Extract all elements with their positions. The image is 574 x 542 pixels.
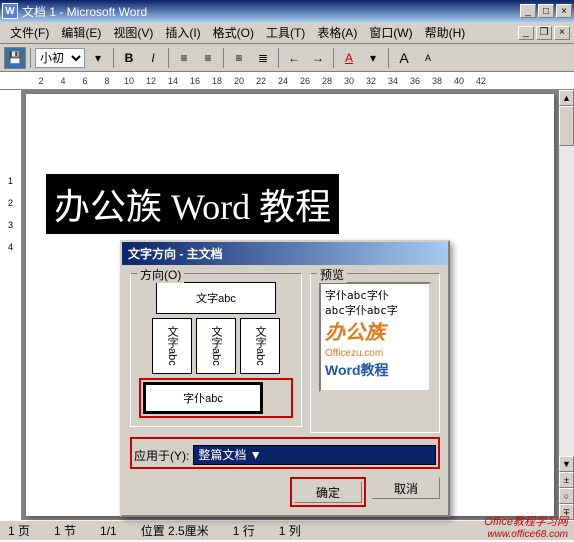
font-color-button[interactable]: A xyxy=(338,47,360,69)
close-button[interactable]: × xyxy=(556,4,572,18)
cancel-button[interactable]: 取消 xyxy=(372,477,440,499)
direction-group: 方向(O) 文字abc 文字abc 文字abc 文字abc 字仆abc xyxy=(130,273,302,427)
align-center-button[interactable]: ≡ xyxy=(197,47,219,69)
mdi-minimize-button[interactable]: _ xyxy=(518,26,534,40)
dialog-title: 文字方向 - 主文档 xyxy=(122,242,448,265)
italic-button[interactable]: I xyxy=(142,47,164,69)
app-icon: W xyxy=(2,3,18,19)
mdi-restore-button[interactable]: ❐ xyxy=(536,26,552,40)
direction-vertical-1[interactable]: 文字abc xyxy=(152,318,192,374)
status-section: 1 节 xyxy=(54,522,76,539)
dropdown-icon[interactable]: ▾ xyxy=(87,47,109,69)
vertical-scrollbar[interactable]: ▲ ▼ ± ○ ∓ xyxy=(558,90,574,520)
decrease-indent-button[interactable]: ← xyxy=(283,47,305,69)
mdi-close-button[interactable]: × xyxy=(554,26,570,40)
increase-indent-button[interactable]: → xyxy=(307,47,329,69)
scroll-track[interactable] xyxy=(559,106,574,456)
menu-help[interactable]: 帮助(H) xyxy=(419,22,472,43)
horizontal-ruler[interactable]: 24681012141618202224262830323436384042 xyxy=(0,72,574,90)
minimize-button[interactable]: _ xyxy=(520,4,536,18)
menu-file[interactable]: 文件(F) xyxy=(4,22,55,43)
bullet-list-button[interactable]: ≣ xyxy=(252,47,274,69)
shrink-font-button[interactable]: A xyxy=(417,47,439,69)
direction-horizontal[interactable]: 文字abc xyxy=(156,282,276,314)
menubar: 文件(F) 编辑(E) 视图(V) 插入(I) 格式(O) 工具(T) 表格(A… xyxy=(0,22,574,44)
menu-view[interactable]: 视图(V) xyxy=(107,22,159,43)
brand-logo: 办公族 xyxy=(325,319,425,347)
status-line: 1 行 xyxy=(233,522,255,539)
apply-to-label: 应用于(Y): xyxy=(134,447,189,464)
status-column: 1 列 xyxy=(279,522,301,539)
status-pages: 1/1 xyxy=(100,524,117,538)
watermark: Office教程学习网 www.office68.com xyxy=(484,513,568,540)
menu-window[interactable]: 窗口(W) xyxy=(363,22,418,43)
menu-table[interactable]: 表格(A) xyxy=(311,22,363,43)
titlebar: W 文档 1 - Microsoft Word _ □ × xyxy=(0,0,574,22)
scroll-down-button[interactable]: ▼ xyxy=(559,456,574,472)
window-title: 文档 1 - Microsoft Word xyxy=(22,3,520,20)
select-browse-button[interactable]: ○ xyxy=(559,488,574,504)
preview-label: 预览 xyxy=(317,266,347,283)
save-button[interactable]: 💾 xyxy=(4,47,26,69)
prev-page-button[interactable]: ± xyxy=(559,472,574,488)
numbered-list-button[interactable]: ≡ xyxy=(228,47,250,69)
dropdown-icon[interactable]: ▾ xyxy=(362,47,384,69)
menu-format[interactable]: 格式(O) xyxy=(207,22,260,43)
menu-insert[interactable]: 插入(I) xyxy=(159,22,206,43)
grow-font-button[interactable]: A xyxy=(393,47,415,69)
ok-button[interactable]: 确定 xyxy=(294,481,362,503)
direction-vertical-3[interactable]: 文字abc xyxy=(240,318,280,374)
apply-to-select[interactable]: 整篇文档 ▼ xyxy=(193,445,436,465)
vertical-ruler[interactable]: 1234 xyxy=(0,90,22,520)
maximize-button[interactable]: □ xyxy=(538,4,554,18)
direction-vertical-2[interactable]: 文字abc xyxy=(196,318,236,374)
selected-direction-highlight: 字仆abc xyxy=(139,378,293,418)
status-page: 1 页 xyxy=(8,522,30,539)
bold-button[interactable]: B xyxy=(118,47,140,69)
menu-tools[interactable]: 工具(T) xyxy=(260,22,311,43)
align-left-button[interactable]: ≡ xyxy=(173,47,195,69)
font-size-select[interactable]: 小初 xyxy=(35,48,85,68)
selected-text[interactable]: 办公族 Word 教程 xyxy=(46,174,339,234)
menu-edit[interactable]: 编辑(E) xyxy=(55,22,107,43)
direction-label: 方向(O) xyxy=(137,266,184,283)
scroll-thumb[interactable] xyxy=(559,106,574,146)
preview-box: 字仆abc字仆 abc字仆abc字 办公族 Officezu.com Word教… xyxy=(319,282,431,392)
status-position: 位置 2.5厘米 xyxy=(141,522,209,539)
preview-group: 预览 字仆abc字仆 abc字仆abc字 办公族 Officezu.com Wo… xyxy=(310,273,440,433)
scroll-up-button[interactable]: ▲ xyxy=(559,90,574,106)
text-direction-dialog: 文字方向 - 主文档 方向(O) 文字abc 文字abc 文字abc 文字abc… xyxy=(120,240,450,517)
toolbar: 💾 小初 ▾ B I ≡ ≡ ≡ ≣ ← → A ▾ A A xyxy=(0,44,574,72)
direction-selected[interactable]: 字仆abc xyxy=(143,382,263,414)
